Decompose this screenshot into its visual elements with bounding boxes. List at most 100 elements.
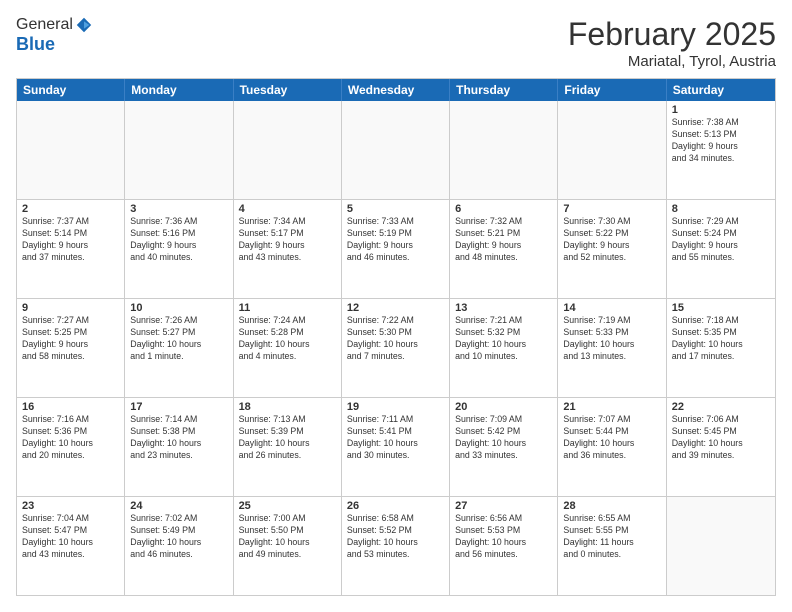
day-number: 10 (130, 302, 227, 314)
day-info: Sunrise: 7:04 AM Sunset: 5:47 PM Dayligh… (22, 513, 119, 561)
day-cell-9: 9Sunrise: 7:27 AM Sunset: 5:25 PM Daylig… (17, 299, 125, 397)
day-cell-1: 1Sunrise: 7:38 AM Sunset: 5:13 PM Daylig… (667, 101, 775, 199)
day-info: Sunrise: 7:26 AM Sunset: 5:27 PM Dayligh… (130, 315, 227, 363)
day-cell-22: 22Sunrise: 7:06 AM Sunset: 5:45 PM Dayli… (667, 398, 775, 496)
day-number: 25 (239, 500, 336, 512)
empty-cell-0-3 (342, 101, 450, 199)
day-cell-13: 13Sunrise: 7:21 AM Sunset: 5:32 PM Dayli… (450, 299, 558, 397)
day-number: 20 (455, 401, 552, 413)
day-number: 23 (22, 500, 119, 512)
day-number: 1 (672, 104, 770, 116)
day-cell-25: 25Sunrise: 7:00 AM Sunset: 5:50 PM Dayli… (234, 497, 342, 595)
logo-icon (75, 16, 93, 34)
day-info: Sunrise: 7:14 AM Sunset: 5:38 PM Dayligh… (130, 414, 227, 462)
day-number: 24 (130, 500, 227, 512)
logo-blue-text: Blue (16, 34, 93, 55)
empty-cell-0-5 (558, 101, 666, 199)
day-cell-2: 2Sunrise: 7:37 AM Sunset: 5:14 PM Daylig… (17, 200, 125, 298)
day-cell-7: 7Sunrise: 7:30 AM Sunset: 5:22 PM Daylig… (558, 200, 666, 298)
day-info: Sunrise: 7:34 AM Sunset: 5:17 PM Dayligh… (239, 216, 336, 264)
day-info: Sunrise: 7:07 AM Sunset: 5:44 PM Dayligh… (563, 414, 660, 462)
day-number: 22 (672, 401, 770, 413)
day-number: 21 (563, 401, 660, 413)
calendar-row-4: 23Sunrise: 7:04 AM Sunset: 5:47 PM Dayli… (17, 497, 775, 595)
day-cell-4: 4Sunrise: 7:34 AM Sunset: 5:17 PM Daylig… (234, 200, 342, 298)
weekday-header-sunday: Sunday (17, 79, 125, 101)
day-cell-16: 16Sunrise: 7:16 AM Sunset: 5:36 PM Dayli… (17, 398, 125, 496)
day-cell-15: 15Sunrise: 7:18 AM Sunset: 5:35 PM Dayli… (667, 299, 775, 397)
day-number: 5 (347, 203, 444, 215)
day-cell-14: 14Sunrise: 7:19 AM Sunset: 5:33 PM Dayli… (558, 299, 666, 397)
day-cell-8: 8Sunrise: 7:29 AM Sunset: 5:24 PM Daylig… (667, 200, 775, 298)
day-info: Sunrise: 7:36 AM Sunset: 5:16 PM Dayligh… (130, 216, 227, 264)
empty-cell-0-1 (125, 101, 233, 199)
day-info: Sunrise: 7:18 AM Sunset: 5:35 PM Dayligh… (672, 315, 770, 363)
calendar-header: SundayMondayTuesdayWednesdayThursdayFrid… (17, 79, 775, 101)
day-info: Sunrise: 7:22 AM Sunset: 5:30 PM Dayligh… (347, 315, 444, 363)
day-cell-10: 10Sunrise: 7:26 AM Sunset: 5:27 PM Dayli… (125, 299, 233, 397)
calendar: SundayMondayTuesdayWednesdayThursdayFrid… (16, 78, 776, 596)
day-info: Sunrise: 7:27 AM Sunset: 5:25 PM Dayligh… (22, 315, 119, 363)
calendar-row-3: 16Sunrise: 7:16 AM Sunset: 5:36 PM Dayli… (17, 398, 775, 497)
day-info: Sunrise: 7:24 AM Sunset: 5:28 PM Dayligh… (239, 315, 336, 363)
day-number: 12 (347, 302, 444, 314)
empty-cell-0-0 (17, 101, 125, 199)
weekday-header-thursday: Thursday (450, 79, 558, 101)
day-number: 6 (455, 203, 552, 215)
day-info: Sunrise: 7:19 AM Sunset: 5:33 PM Dayligh… (563, 315, 660, 363)
day-number: 7 (563, 203, 660, 215)
day-info: Sunrise: 7:00 AM Sunset: 5:50 PM Dayligh… (239, 513, 336, 561)
calendar-row-0: 1Sunrise: 7:38 AM Sunset: 5:13 PM Daylig… (17, 101, 775, 200)
weekday-header-monday: Monday (125, 79, 233, 101)
day-cell-17: 17Sunrise: 7:14 AM Sunset: 5:38 PM Dayli… (125, 398, 233, 496)
day-cell-23: 23Sunrise: 7:04 AM Sunset: 5:47 PM Dayli… (17, 497, 125, 595)
day-info: Sunrise: 7:30 AM Sunset: 5:22 PM Dayligh… (563, 216, 660, 264)
title-block: February 2025 Mariatal, Tyrol, Austria (568, 16, 776, 70)
empty-cell-0-4 (450, 101, 558, 199)
logo-general-text: General (16, 16, 73, 34)
day-number: 13 (455, 302, 552, 314)
empty-cell-0-2 (234, 101, 342, 199)
day-cell-11: 11Sunrise: 7:24 AM Sunset: 5:28 PM Dayli… (234, 299, 342, 397)
day-info: Sunrise: 7:38 AM Sunset: 5:13 PM Dayligh… (672, 117, 770, 165)
calendar-body: 1Sunrise: 7:38 AM Sunset: 5:13 PM Daylig… (17, 101, 775, 595)
day-number: 27 (455, 500, 552, 512)
weekday-header-wednesday: Wednesday (342, 79, 450, 101)
day-cell-19: 19Sunrise: 7:11 AM Sunset: 5:41 PM Dayli… (342, 398, 450, 496)
day-info: Sunrise: 7:16 AM Sunset: 5:36 PM Dayligh… (22, 414, 119, 462)
day-number: 8 (672, 203, 770, 215)
day-number: 15 (672, 302, 770, 314)
day-cell-21: 21Sunrise: 7:07 AM Sunset: 5:44 PM Dayli… (558, 398, 666, 496)
day-info: Sunrise: 7:32 AM Sunset: 5:21 PM Dayligh… (455, 216, 552, 264)
day-info: Sunrise: 6:55 AM Sunset: 5:55 PM Dayligh… (563, 513, 660, 561)
day-cell-5: 5Sunrise: 7:33 AM Sunset: 5:19 PM Daylig… (342, 200, 450, 298)
day-number: 16 (22, 401, 119, 413)
location: Mariatal, Tyrol, Austria (568, 53, 776, 70)
weekday-header-friday: Friday (558, 79, 666, 101)
day-number: 4 (239, 203, 336, 215)
day-info: Sunrise: 7:02 AM Sunset: 5:49 PM Dayligh… (130, 513, 227, 561)
day-number: 9 (22, 302, 119, 314)
calendar-row-2: 9Sunrise: 7:27 AM Sunset: 5:25 PM Daylig… (17, 299, 775, 398)
header: General Blue February 2025 Mariatal, Tyr… (16, 16, 776, 70)
day-info: Sunrise: 7:21 AM Sunset: 5:32 PM Dayligh… (455, 315, 552, 363)
empty-cell-4-6 (667, 497, 775, 595)
day-cell-20: 20Sunrise: 7:09 AM Sunset: 5:42 PM Dayli… (450, 398, 558, 496)
day-number: 14 (563, 302, 660, 314)
day-number: 11 (239, 302, 336, 314)
day-cell-26: 26Sunrise: 6:58 AM Sunset: 5:52 PM Dayli… (342, 497, 450, 595)
logo: General Blue (16, 16, 93, 55)
day-number: 19 (347, 401, 444, 413)
weekday-header-saturday: Saturday (667, 79, 775, 101)
day-info: Sunrise: 7:29 AM Sunset: 5:24 PM Dayligh… (672, 216, 770, 264)
day-cell-18: 18Sunrise: 7:13 AM Sunset: 5:39 PM Dayli… (234, 398, 342, 496)
month-year: February 2025 (568, 16, 776, 53)
day-info: Sunrise: 6:56 AM Sunset: 5:53 PM Dayligh… (455, 513, 552, 561)
weekday-header-tuesday: Tuesday (234, 79, 342, 101)
day-number: 17 (130, 401, 227, 413)
day-number: 2 (22, 203, 119, 215)
day-cell-27: 27Sunrise: 6:56 AM Sunset: 5:53 PM Dayli… (450, 497, 558, 595)
day-cell-12: 12Sunrise: 7:22 AM Sunset: 5:30 PM Dayli… (342, 299, 450, 397)
day-info: Sunrise: 7:33 AM Sunset: 5:19 PM Dayligh… (347, 216, 444, 264)
day-cell-24: 24Sunrise: 7:02 AM Sunset: 5:49 PM Dayli… (125, 497, 233, 595)
